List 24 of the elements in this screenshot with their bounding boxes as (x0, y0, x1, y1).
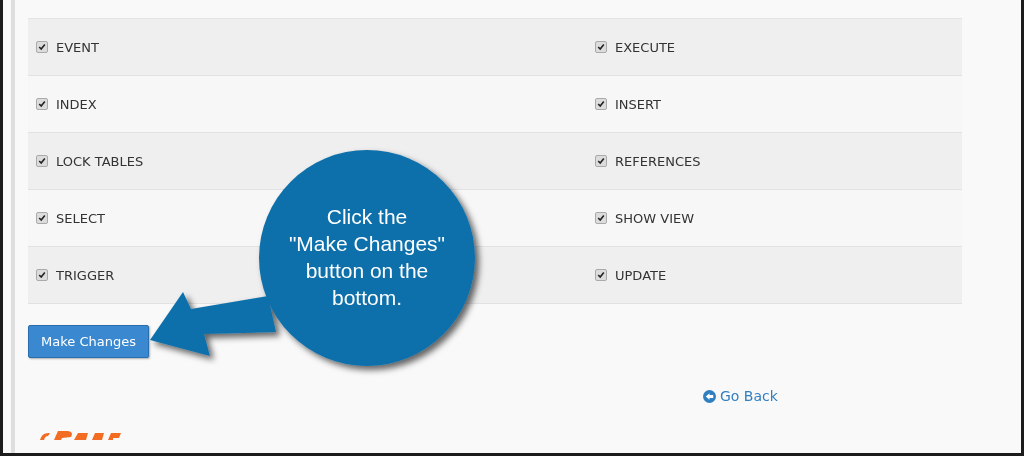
permission-label: SHOW VIEW (615, 210, 695, 226)
checkbox[interactable] (36, 212, 48, 224)
permission-label: UPDATE (615, 267, 667, 283)
checkbox[interactable] (595, 41, 607, 53)
checkbox[interactable] (36, 155, 48, 167)
permission-label: REFERENCES (615, 153, 701, 169)
checkbox[interactable] (595, 269, 607, 281)
callout-text: Click the "Make Changes" button on the bottom. (287, 204, 447, 311)
checkbox[interactable] (595, 155, 607, 167)
make-changes-button[interactable]: Make Changes (28, 325, 149, 358)
permission-label: TRIGGER (56, 267, 115, 283)
checkbox[interactable] (36, 41, 48, 53)
checkbox[interactable] (36, 98, 48, 110)
go-back-link[interactable]: Go Back (703, 388, 778, 404)
permission-label: SELECT (56, 210, 105, 226)
permission-label: INSERT (615, 96, 662, 112)
permission-label: LOCK TABLES (56, 153, 144, 169)
permission-label: EXECUTE (615, 39, 676, 55)
permission-label: EVENT (56, 39, 99, 55)
back-arrow-icon (703, 389, 716, 403)
checkbox[interactable] (36, 269, 48, 281)
checkbox[interactable] (595, 212, 607, 224)
checkbox[interactable] (595, 98, 607, 110)
permission-label: INDEX (56, 96, 97, 112)
